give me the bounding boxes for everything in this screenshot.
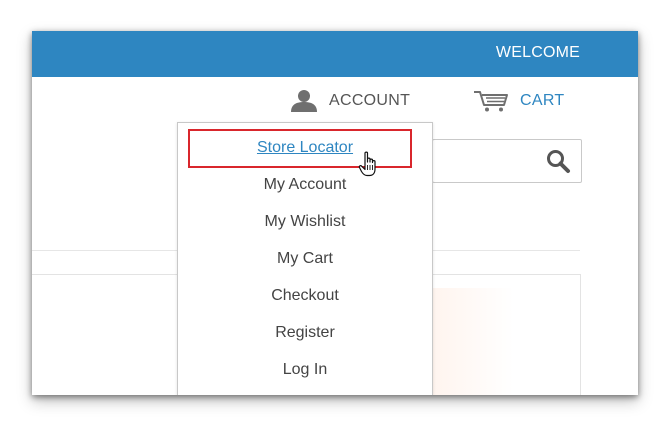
search-input[interactable] [432, 139, 582, 183]
menu-item-checkout[interactable]: Checkout [178, 278, 432, 314]
menu-item-my-wishlist[interactable]: My Wishlist [178, 204, 432, 240]
user-icon [287, 89, 321, 113]
top-header-bar: WELCOME [32, 31, 638, 77]
welcome-text: WELCOME [495, 44, 580, 61]
account-dropdown-menu: Store Locator My Account My Wishlist My … [177, 122, 433, 395]
menu-item-log-in[interactable]: Log In [178, 352, 432, 388]
hand-pointer-icon [358, 151, 380, 177]
cart-link[interactable]: CART [472, 89, 564, 113]
account-link[interactable]: ACCOUNT [287, 89, 410, 113]
menu-item-my-cart[interactable]: My Cart [178, 241, 432, 277]
browser-frame: WELCOME ACCOUNT CART Store Locator My Ac… [32, 31, 638, 395]
shopping-cart-icon [472, 89, 512, 113]
menu-item-my-account[interactable]: My Account [178, 167, 432, 203]
search-icon[interactable] [545, 148, 571, 174]
cart-label: CART [520, 92, 565, 109]
account-label: ACCOUNT [329, 92, 411, 109]
menu-item-store-locator[interactable]: Store Locator [178, 130, 432, 166]
menu-item-register[interactable]: Register [178, 315, 432, 351]
